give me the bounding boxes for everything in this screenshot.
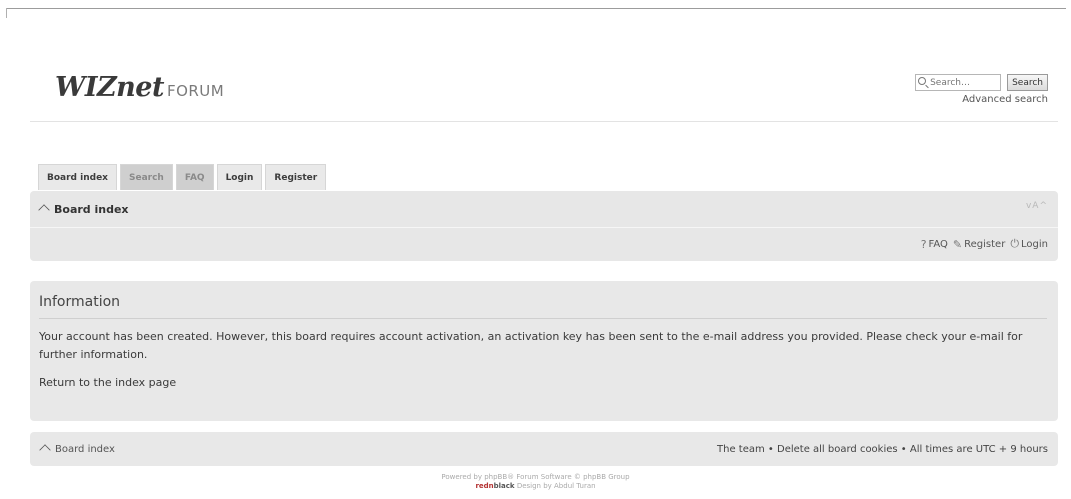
panel-title: Information: [39, 281, 1047, 319]
power-icon: ⏻: [1010, 237, 1020, 250]
tab-register[interactable]: Register: [265, 164, 327, 190]
powered-by: Powered by phpBB® Forum Software © phpBB…: [441, 473, 630, 481]
search-icon: [918, 77, 927, 85]
search-input[interactable]: [915, 74, 1002, 91]
font-size-control[interactable]: vA^: [1026, 201, 1048, 211]
design-credit: rednblack Design by Abdul Turan: [0, 482, 1071, 491]
tab-login[interactable]: Login: [216, 164, 263, 190]
search-button[interactable]: Search: [1007, 74, 1048, 91]
return-index-link[interactable]: Return to the index page: [39, 376, 1049, 389]
brand-red: redn: [475, 482, 494, 490]
login-link-label: Login: [1021, 238, 1048, 250]
footer-navbar: Board index The team • Delete all board …: [30, 432, 1058, 466]
activation-message: Your account has been created. However, …: [39, 330, 1023, 361]
navbar: Board index vA^ ? FAQ ✎ Register ⏻ Login: [30, 191, 1058, 261]
breadcrumb: Board index vA^: [30, 191, 1058, 228]
help-icon: ?: [920, 237, 927, 251]
footer-board-index-link[interactable]: Board index: [55, 444, 115, 455]
site-header: WIZnet FORUM Search Advanced search: [30, 50, 1058, 122]
register-link-label: Register: [964, 238, 1006, 250]
tab-faq[interactable]: FAQ: [175, 164, 214, 190]
tab-board-index[interactable]: Board index: [38, 164, 117, 190]
logo-subtitle: FORUM: [166, 82, 225, 100]
breadcrumb-board-index[interactable]: Board index: [54, 203, 129, 216]
advanced-search-link[interactable]: Advanced search: [858, 94, 1048, 105]
search-box: Search Advanced search: [858, 74, 1048, 105]
faq-link-label: FAQ: [928, 238, 948, 250]
user-links: ? FAQ ✎ Register ⏻ Login: [30, 228, 1058, 260]
design-credit-text: Design by Abdul Turan: [514, 482, 596, 490]
login-link[interactable]: ⏻ Login: [1010, 237, 1048, 251]
information-panel: Information Your account has been create…: [30, 281, 1058, 421]
brand-dark: black: [493, 482, 515, 490]
logo-wordmark: WIZnet: [55, 72, 164, 103]
tab-search[interactable]: Search: [119, 164, 173, 190]
register-link[interactable]: ✎ Register: [953, 238, 1005, 251]
faq-link[interactable]: ? FAQ: [921, 238, 948, 251]
copyright: Powered by phpBB® Forum Software © phpBB…: [0, 473, 1071, 491]
home-icon: [39, 444, 51, 456]
main-tabs: Board index Search FAQ Login Register: [38, 164, 327, 190]
home-icon: [38, 204, 50, 216]
pencil-icon: ✎: [952, 237, 963, 251]
window-corner: [6, 8, 7, 18]
site-logo[interactable]: WIZnet FORUM: [55, 72, 224, 103]
footer-links[interactable]: The team • Delete all board cookies • Al…: [717, 444, 1048, 455]
window-top-border: [6, 8, 1066, 9]
